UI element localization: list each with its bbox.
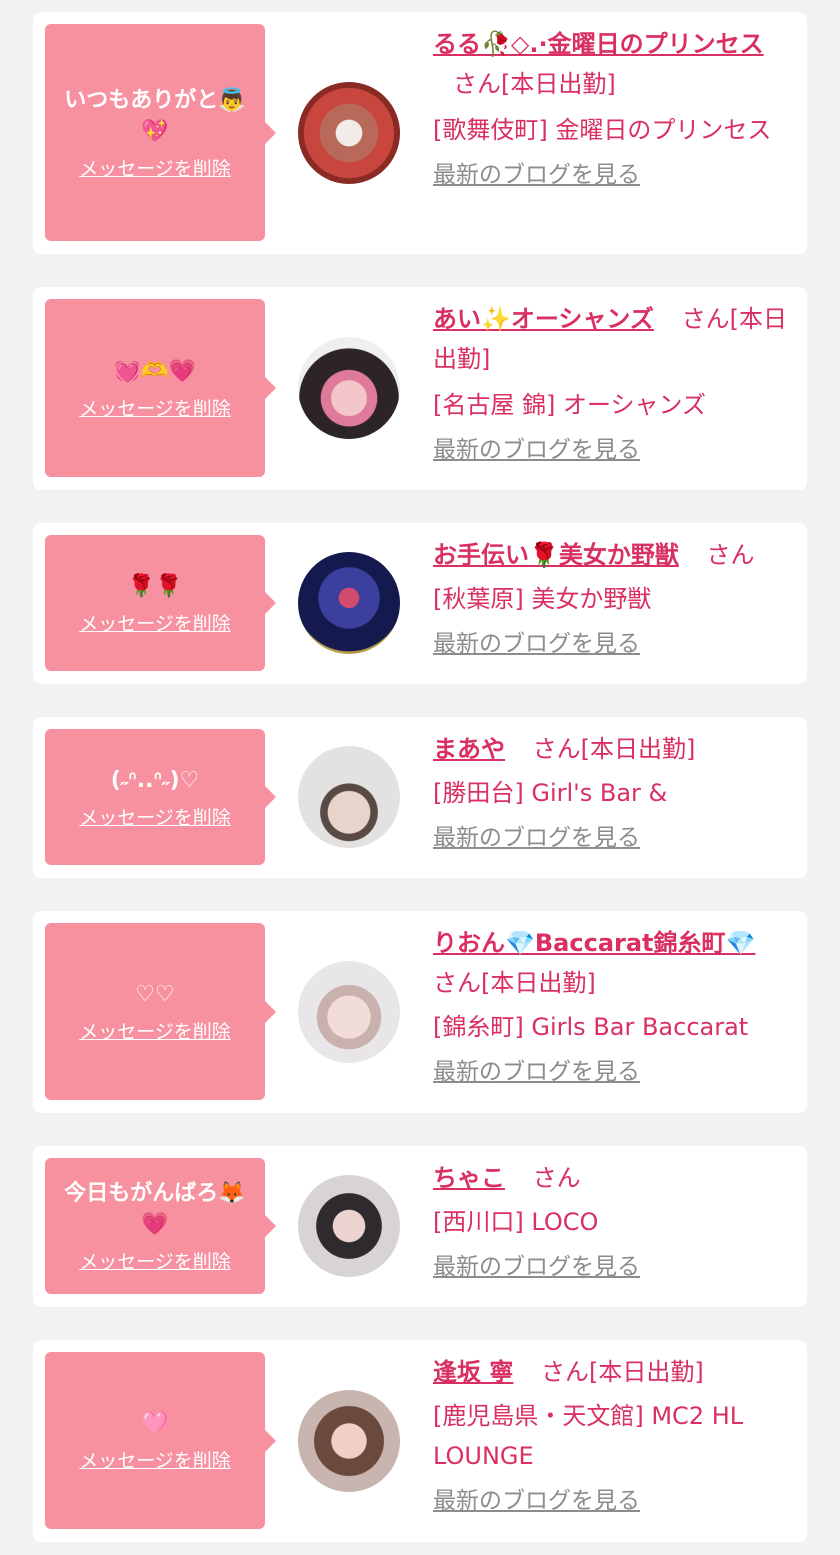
message-card: いつもありがと👼💖 メッセージを削除 るる🥀◇.·金曜日のプリンセス さん[本日… xyxy=(33,12,807,254)
latest-blog-link[interactable]: 最新のブログを見る xyxy=(433,1250,640,1284)
cast-name-link[interactable]: りおん💎Baccarat錦糸町💎 xyxy=(433,929,755,957)
cast-info: ちゃこ さん [西川口] LOCO 最新のブログを見る xyxy=(433,1158,793,1286)
message-card: (˶ᐢ..ᐢ˶)♡ メッセージを削除 まあや さん[本日出勤] [勝田台] Gi… xyxy=(33,717,807,878)
message-card: ♡♡ メッセージを削除 りおん💎Baccarat錦糸町💎 さん[本日出勤] [錦… xyxy=(33,911,807,1113)
message-text: 🌹🌹 xyxy=(127,573,183,599)
cast-status: さん[本日出勤] xyxy=(453,70,616,98)
cast-status: さん[本日出勤] xyxy=(433,969,596,997)
message-card: 💓🫶💗 メッセージを削除 あい✨オーシャンズ さん[本日出勤] [名古屋 錦] … xyxy=(33,287,807,490)
shop-name: [鹿児島県・天文館] MC2 HL LOUNGE xyxy=(433,1402,744,1470)
shop-name: [名古屋 錦] オーシャンズ xyxy=(433,391,707,419)
message-text: ♡♡ xyxy=(135,982,175,1007)
latest-blog-link[interactable]: 最新のブログを見る xyxy=(433,821,640,855)
cast-info: 逢坂 寧 さん[本日出勤] [鹿児島県・天文館] MC2 HL LOUNGE 最… xyxy=(433,1352,793,1520)
message-text: いつもありがと👼💖 xyxy=(64,87,246,144)
cast-name-link[interactable]: 逢坂 寧 xyxy=(433,1358,513,1386)
shop-name: [秋葉原] 美女か野獣 xyxy=(433,585,652,613)
delete-message-link[interactable]: メッセージを削除 xyxy=(79,1446,231,1473)
delete-message-link[interactable]: メッセージを削除 xyxy=(79,803,231,830)
message-bubble: 🌹🌹 メッセージを削除 xyxy=(45,535,276,671)
avatar[interactable] xyxy=(298,961,400,1063)
cast-info: あい✨オーシャンズ さん[本日出勤] [名古屋 錦] オーシャンズ 最新のブログ… xyxy=(433,299,793,469)
message-bubble: 🩷 メッセージを削除 xyxy=(45,1352,276,1529)
shop-name: [勝田台] Girl's Bar & xyxy=(433,779,668,807)
latest-blog-link[interactable]: 最新のブログを見る xyxy=(433,433,640,467)
avatar[interactable] xyxy=(298,1390,400,1492)
message-bubble: いつもありがと👼💖 メッセージを削除 xyxy=(45,24,276,241)
message-card: 🩷 メッセージを削除 逢坂 寧 さん[本日出勤] [鹿児島県・天文館] MC2 … xyxy=(33,1340,807,1542)
avatar[interactable] xyxy=(298,746,400,848)
avatar[interactable] xyxy=(298,552,400,654)
shop-name: [錦糸町] Girls Bar Baccarat xyxy=(433,1013,749,1041)
message-text: 今日もがんばろ🦊💗 xyxy=(64,1181,246,1237)
cast-name-link[interactable]: まあや xyxy=(433,735,505,763)
delete-message-link[interactable]: メッセージを削除 xyxy=(79,154,231,181)
cast-info: りおん💎Baccarat錦糸町💎 さん[本日出勤] [錦糸町] Girls Ba… xyxy=(433,923,793,1091)
avatar[interactable] xyxy=(298,82,400,184)
latest-blog-link[interactable]: 最新のブログを見る xyxy=(433,627,640,661)
message-card: 今日もがんばろ🦊💗 メッセージを削除 ちゃこ さん [西川口] LOCO 最新の… xyxy=(33,1146,807,1307)
message-bubble: 💓🫶💗 メッセージを削除 xyxy=(45,299,276,477)
delete-message-link[interactable]: メッセージを削除 xyxy=(79,609,231,636)
message-bubble: 今日もがんばろ🦊💗 メッセージを削除 xyxy=(45,1158,276,1294)
cast-info: お手伝い🌹美女か野獣 さん [秋葉原] 美女か野獣 最新のブログを見る xyxy=(433,535,793,663)
shop-name: [西川口] LOCO xyxy=(433,1208,599,1236)
cast-status: さん[本日出勤] xyxy=(541,1358,704,1386)
latest-blog-link[interactable]: 最新のブログを見る xyxy=(433,1055,640,1089)
message-text: 💓🫶💗 xyxy=(113,358,197,384)
cast-name-link[interactable]: ちゃこ xyxy=(433,1164,505,1192)
latest-blog-link[interactable]: 最新のブログを見る xyxy=(433,1484,640,1518)
message-card: 🌹🌹 メッセージを削除 お手伝い🌹美女か野獣 さん [秋葉原] 美女か野獣 最新… xyxy=(33,523,807,684)
latest-blog-link[interactable]: 最新のブログを見る xyxy=(433,158,640,192)
cast-status: さん[本日出勤] xyxy=(532,735,696,763)
message-bubble: ♡♡ メッセージを削除 xyxy=(45,923,276,1100)
cast-info: るる🥀◇.·金曜日のプリンセス さん[本日出勤] [歌舞伎町] 金曜日のプリンセ… xyxy=(433,24,793,194)
cast-name-link[interactable]: るる🥀◇.·金曜日のプリンセス xyxy=(433,30,764,58)
cast-name-link[interactable]: お手伝い🌹美女か野獣 xyxy=(433,541,679,569)
message-bubble: (˶ᐢ..ᐢ˶)♡ メッセージを削除 xyxy=(45,729,276,865)
message-text: (˶ᐢ..ᐢ˶)♡ xyxy=(110,767,200,793)
cast-status: さん xyxy=(706,541,755,569)
avatar[interactable] xyxy=(298,337,400,439)
cast-status: さん xyxy=(532,1164,581,1192)
delete-message-link[interactable]: メッセージを削除 xyxy=(79,1247,231,1274)
avatar[interactable] xyxy=(298,1175,400,1277)
message-text: 🩷 xyxy=(141,1411,169,1436)
delete-message-link[interactable]: メッセージを削除 xyxy=(79,1017,231,1044)
shop-name: [歌舞伎町] 金曜日のプリンセス xyxy=(433,116,772,144)
delete-message-link[interactable]: メッセージを削除 xyxy=(79,394,231,421)
cast-name-link[interactable]: あい✨オーシャンズ xyxy=(433,305,654,333)
cast-info: まあや さん[本日出勤] [勝田台] Girl's Bar & 最新のブログを見… xyxy=(433,729,793,857)
